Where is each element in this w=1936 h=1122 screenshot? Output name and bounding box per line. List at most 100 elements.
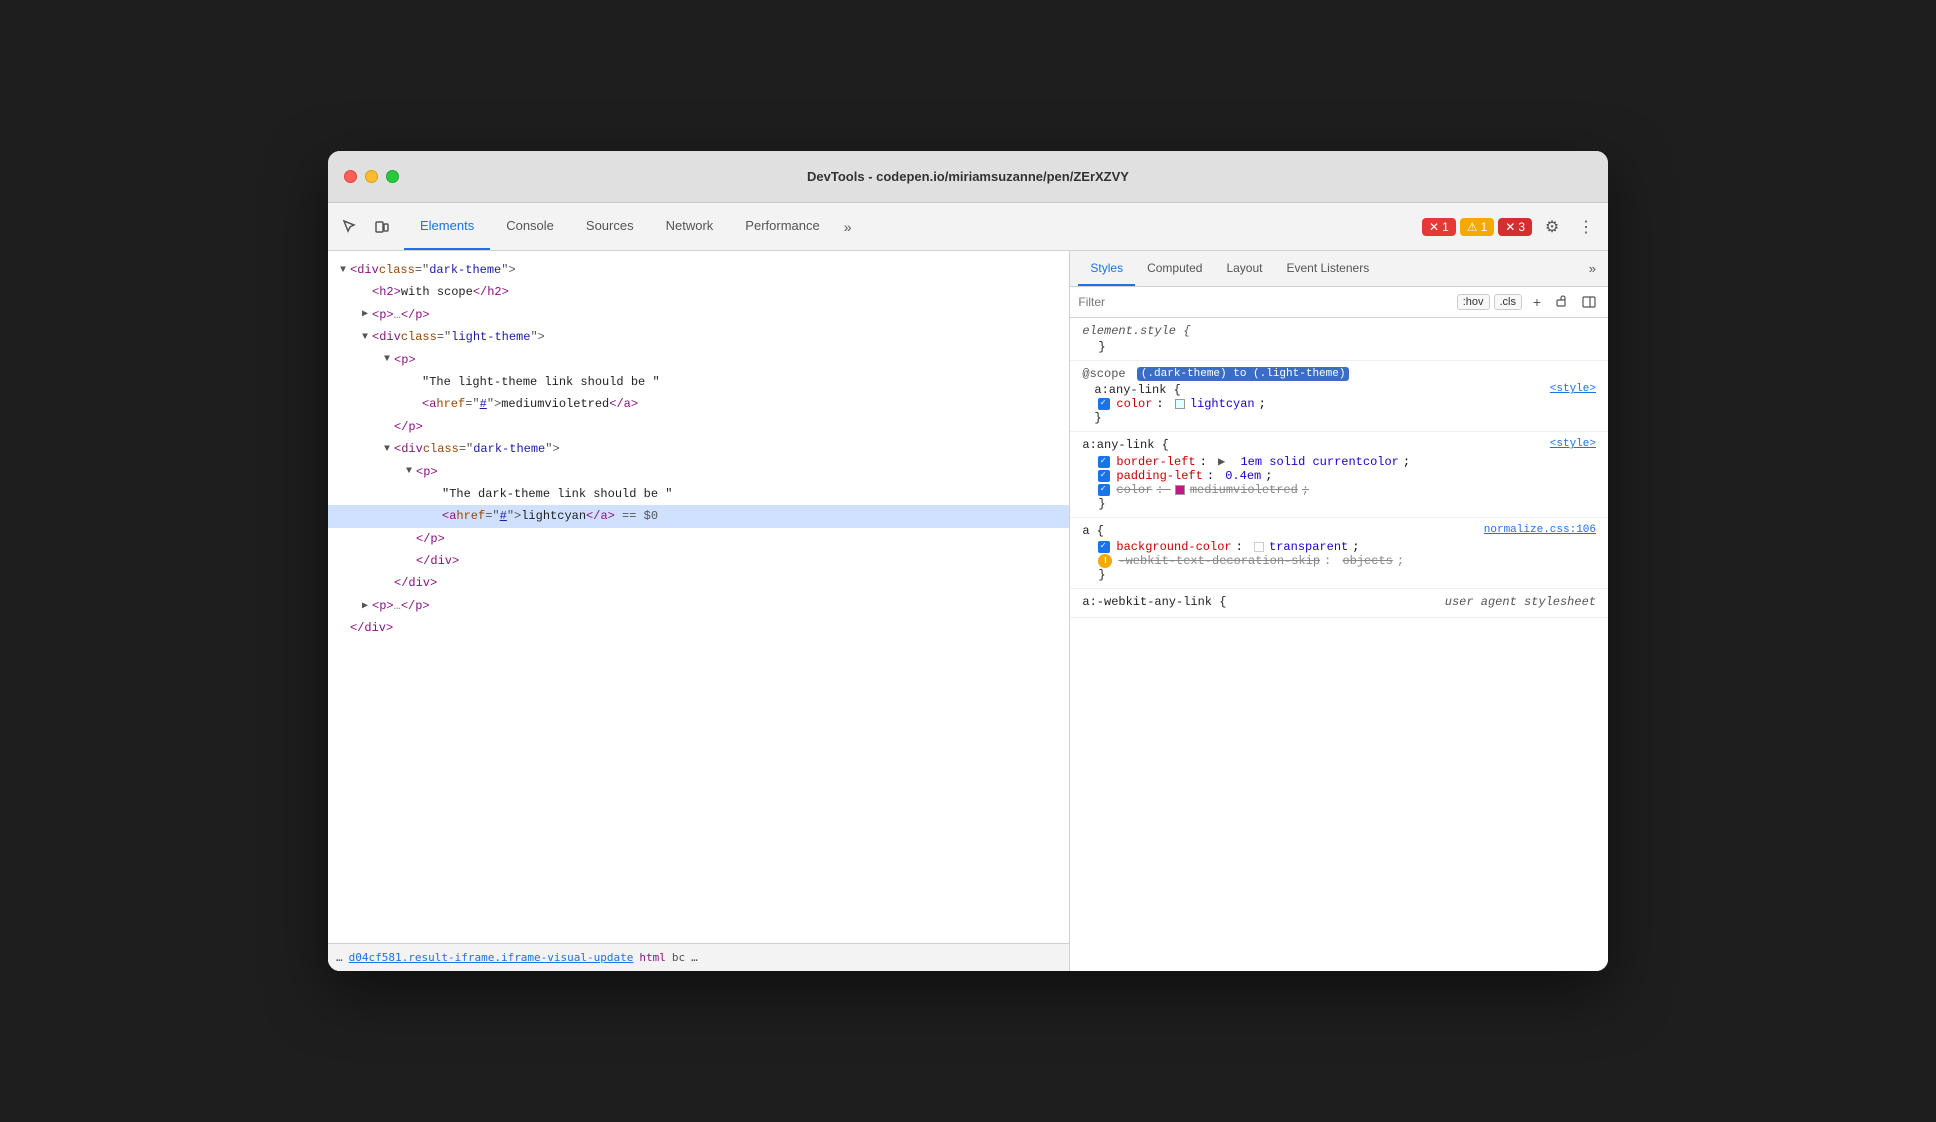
devtools-toolbar: Elements Console Sources Network Perform… xyxy=(328,203,1608,251)
titlebar: DevTools - codepen.io/miriamsuzanne/pen/… xyxy=(328,151,1608,203)
minimize-button[interactable] xyxy=(365,170,378,183)
device-toggle-button[interactable] xyxy=(368,213,396,241)
warning-icon: ! xyxy=(1098,554,1112,568)
filter-input[interactable] xyxy=(1078,295,1448,309)
tab-sources[interactable]: Sources xyxy=(570,203,650,250)
normalize-source-link[interactable]: normalize.css:106 xyxy=(1484,524,1596,538)
scope-highlight: (.dark-theme) to (.light-theme) xyxy=(1137,367,1350,381)
dom-line[interactable]: ▶ <p>…</p> xyxy=(328,304,1069,326)
dom-line[interactable]: ▼ <div class="dark-theme"> xyxy=(328,259,1069,281)
main-tabs: Elements Console Sources Network Perform… xyxy=(404,203,1422,250)
dom-line-selected[interactable]: <a href="#">lightcyan</a> == $0 xyxy=(328,505,1069,527)
toolbar-right: ✕ 1 ⚠ 1 ✕ 3 ⚙ ⋮ xyxy=(1422,213,1600,241)
badge-group: ✕ 1 ⚠ 1 ✕ 3 xyxy=(1422,218,1532,236)
dom-line[interactable]: ▼ <p> xyxy=(328,461,1069,483)
toggle-sidebar-button[interactable] xyxy=(1578,291,1600,313)
styles-content[interactable]: element.style { } @scope (.dark-theme) t… xyxy=(1070,318,1608,971)
property-checkbox[interactable] xyxy=(1098,456,1110,468)
breadcrumb-path[interactable]: d04cf581.result-iframe.iframe-visual-upd… xyxy=(349,951,634,964)
dom-line[interactable]: ▼ <div class="dark-theme"> xyxy=(328,438,1069,460)
property-checkbox[interactable] xyxy=(1098,484,1110,496)
dom-line[interactable]: "The dark-theme link should be " xyxy=(328,483,1069,505)
style-prop-color-struck: color: mediumvioletred; xyxy=(1082,483,1596,497)
style-source-link2[interactable]: <style> xyxy=(1550,438,1596,452)
devtools-body: Elements Console Sources Network Perform… xyxy=(328,203,1608,971)
add-style-button[interactable]: + xyxy=(1526,291,1548,313)
warning-count: 1 xyxy=(1481,220,1488,234)
more-options-button[interactable]: ⋮ xyxy=(1572,213,1600,241)
maximize-button[interactable] xyxy=(386,170,399,183)
filter-bar: :hov .cls + xyxy=(1070,287,1608,318)
close-button[interactable] xyxy=(344,170,357,183)
force-element-state-button[interactable] xyxy=(1552,291,1574,313)
dom-line[interactable]: <h2>with scope</h2> xyxy=(328,281,1069,303)
triangle-icon[interactable]: ▼ xyxy=(358,329,372,346)
tab-performance[interactable]: Performance xyxy=(729,203,835,250)
webkit-any-link-selector: a:-webkit-any-link { user agent styleshe… xyxy=(1082,595,1596,609)
color-swatch-transparent[interactable] xyxy=(1254,542,1264,552)
settings-button[interactable]: ⚙ xyxy=(1538,213,1566,241)
styles-tabs: Styles Computed Layout Event Listeners » xyxy=(1070,251,1608,287)
dom-line[interactable]: </p> xyxy=(328,528,1069,550)
tab-console[interactable]: Console xyxy=(490,203,570,250)
property-checkbox[interactable] xyxy=(1098,470,1110,482)
style-prop-color: color: lightcyan; xyxy=(1082,397,1596,411)
dom-line[interactable]: ▼ <div class="light-theme"> xyxy=(328,326,1069,348)
dom-line[interactable]: </div> xyxy=(328,550,1069,572)
triangle-icon[interactable]: ▼ xyxy=(402,463,416,480)
styles-panel: Styles Computed Layout Event Listeners » xyxy=(1070,251,1608,971)
dom-line[interactable]: ▼ <p> xyxy=(328,349,1069,371)
error-icon: ✕ xyxy=(1429,220,1439,234)
property-checkbox[interactable] xyxy=(1098,541,1110,553)
dom-panel: ▼ <div class="dark-theme"> <h2>with scop… xyxy=(328,251,1070,971)
style-source-link[interactable]: <style> xyxy=(1550,383,1596,397)
dom-tree[interactable]: ▼ <div class="dark-theme"> <h2>with scop… xyxy=(328,251,1069,943)
color-swatch-mediumvioletred[interactable] xyxy=(1175,485,1185,495)
warning-badge[interactable]: ⚠ 1 xyxy=(1460,218,1494,236)
styles-tab-computed[interactable]: Computed xyxy=(1135,251,1214,286)
triangle-icon[interactable]: ▼ xyxy=(380,441,394,458)
style-rule-scope: @scope (.dark-theme) to (.light-theme) a… xyxy=(1070,361,1608,432)
dom-line[interactable]: </p> xyxy=(328,416,1069,438)
breadcrumb-html-tag[interactable]: html xyxy=(639,951,666,964)
styles-tab-event-listeners[interactable]: Event Listeners xyxy=(1274,251,1381,286)
inspect-element-button[interactable] xyxy=(336,213,364,241)
dom-line[interactable]: <a href="#">mediumvioletred</a> xyxy=(328,393,1069,415)
filter-hov-button[interactable]: :hov xyxy=(1457,294,1490,310)
triangle-icon[interactable]: ▼ xyxy=(336,262,350,279)
triangle-icon[interactable]: ▶ xyxy=(358,306,372,323)
info-count: 3 xyxy=(1518,220,1525,234)
scope-selector: @scope (.dark-theme) to (.light-theme) xyxy=(1082,367,1596,381)
triangle-icon[interactable]: ▼ xyxy=(380,351,394,368)
a-selector: a { normalize.css:106 xyxy=(1082,524,1596,538)
styles-tab-styles[interactable]: Styles xyxy=(1078,251,1135,286)
error-badge[interactable]: ✕ 1 xyxy=(1422,218,1456,236)
toolbar-left-icons xyxy=(336,213,396,241)
style-rule-element: element.style { } xyxy=(1070,318,1608,361)
styles-tab-layout[interactable]: Layout xyxy=(1214,251,1274,286)
tab-overflow-button[interactable]: » xyxy=(836,203,860,250)
window-title: DevTools - codepen.io/miriamsuzanne/pen/… xyxy=(807,169,1129,184)
traffic-lights xyxy=(344,170,399,183)
styles-tab-overflow[interactable]: » xyxy=(1585,261,1600,276)
style-prop-padding-left: padding-left: 0.4em; xyxy=(1082,469,1596,483)
info-badge[interactable]: ✕ 3 xyxy=(1498,218,1532,236)
style-rule-webkit-any-link: a:-webkit-any-link { user agent styleshe… xyxy=(1070,589,1608,618)
filter-actions: :hov .cls + xyxy=(1457,291,1600,313)
breadcrumb-end-ellipsis: … xyxy=(691,951,698,964)
property-checkbox[interactable] xyxy=(1098,398,1110,410)
breadcrumb-bc: bc xyxy=(672,951,685,964)
main-content: ▼ <div class="dark-theme"> <h2>with scop… xyxy=(328,251,1608,971)
warning-icon: ⚠ xyxy=(1467,220,1478,234)
color-swatch[interactable] xyxy=(1175,399,1185,409)
dom-line[interactable]: ▶ <p>…</p> xyxy=(328,595,1069,617)
dom-line[interactable]: "The light-theme link should be " xyxy=(328,371,1069,393)
filter-cls-button[interactable]: .cls xyxy=(1494,294,1523,310)
triangle-icon[interactable]: ▶ xyxy=(358,598,372,615)
tab-network[interactable]: Network xyxy=(650,203,730,250)
dom-line[interactable]: </div> xyxy=(328,617,1069,639)
tab-elements[interactable]: Elements xyxy=(404,203,490,250)
info-icon: ✕ xyxy=(1505,220,1515,234)
dom-breadcrumb-bar: … d04cf581.result-iframe.iframe-visual-u… xyxy=(328,943,1069,971)
dom-line[interactable]: </div> xyxy=(328,572,1069,594)
